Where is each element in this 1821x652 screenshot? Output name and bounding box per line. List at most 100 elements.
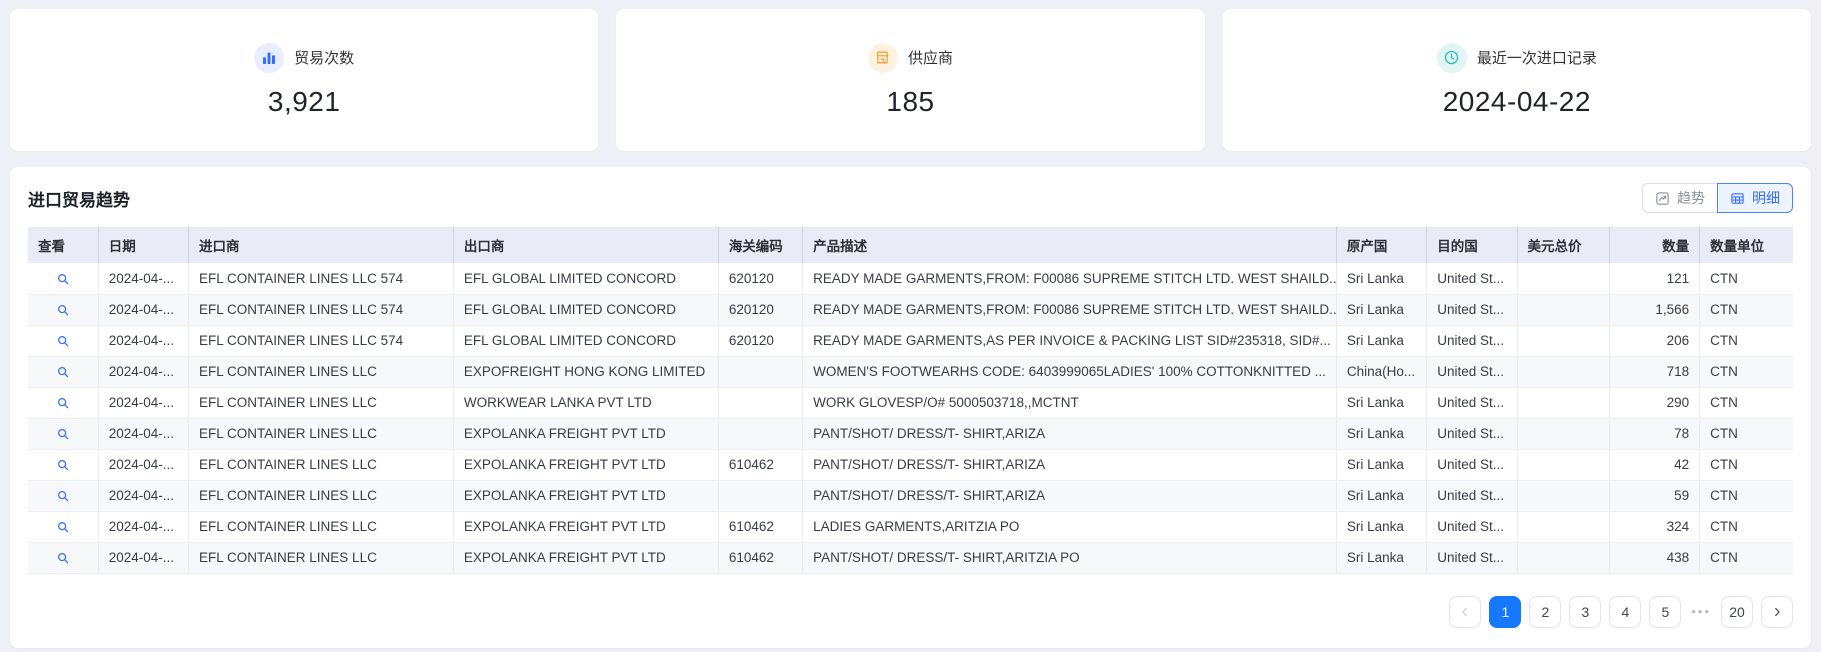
view-record-icon[interactable] — [56, 396, 70, 410]
cell-dest-country: United St... — [1426, 511, 1518, 543]
cell-usd-total — [1517, 325, 1610, 357]
cell-hs-code: 610462 — [718, 449, 804, 481]
stat-card-value: 2024-04-22 — [1442, 85, 1591, 117]
cell-hs-code: 620120 — [718, 325, 804, 357]
cell-unit: CTN — [1699, 418, 1793, 450]
page-button-5[interactable]: 5 — [1649, 595, 1682, 628]
trend-view-button[interactable]: 趋势 — [1642, 183, 1717, 213]
cell-usd-total — [1517, 542, 1610, 574]
stat-card-suppliers: 供应商 185 — [616, 9, 1205, 151]
cell-importer: EFL CONTAINER LINES LLC — [188, 418, 454, 450]
page-button-3[interactable]: 3 — [1569, 595, 1602, 628]
cell-quantity: 718 — [1609, 356, 1701, 388]
cell-usd-total — [1517, 387, 1610, 419]
prev-page-button[interactable] — [1449, 595, 1482, 628]
cell-unit: CTN — [1699, 263, 1793, 295]
cell-date: 2024-04-... — [98, 511, 190, 543]
col-header-exporter: 出口商 — [453, 227, 719, 263]
cell-importer: EFL CONTAINER LINES LLC — [188, 356, 454, 388]
cell-origin-country: Sri Lanka — [1336, 294, 1428, 326]
view-record-icon[interactable] — [56, 458, 70, 472]
cell-date: 2024-04-... — [98, 480, 190, 512]
col-header-origin-country: 原产国 — [1336, 227, 1428, 263]
col-header-importer: 进口商 — [188, 227, 454, 263]
table-row: 2024-04-... EFL CONTAINER LINES LLC WORKWE… — [28, 387, 1793, 419]
cell-description: READY MADE GARMENTS,FROM: F00086 SUPREME… — [802, 263, 1337, 295]
view-record-icon[interactable] — [56, 365, 70, 379]
cell-exporter: EFL GLOBAL LIMITED CONCORD — [453, 325, 719, 357]
cell-importer: EFL CONTAINER LINES LLC 574 — [188, 325, 454, 357]
detail-view-button[interactable]: 明细 — [1717, 183, 1793, 213]
view-cell — [28, 263, 99, 295]
cell-hs-code — [718, 387, 804, 419]
table-row: 2024-04-... EFL CONTAINER LINES LLC EXPOLA… — [28, 449, 1793, 481]
cell-dest-country: United St... — [1426, 480, 1518, 512]
cell-dest-country: United St... — [1426, 263, 1518, 295]
cell-usd-total — [1517, 449, 1610, 481]
table-row: 2024-04-... EFL CONTAINER LINES LLC 574 EF… — [28, 294, 1793, 326]
view-cell — [28, 356, 99, 388]
next-page-button[interactable] — [1761, 595, 1793, 628]
page-button-2[interactable]: 2 — [1529, 595, 1562, 628]
cell-description: WORK GLOVESP/O# 5000503718,,MCTNT — [802, 387, 1337, 419]
page-title: 进口贸易趋势 — [28, 190, 130, 210]
cell-hs-code — [718, 418, 804, 450]
view-record-icon[interactable] — [56, 551, 70, 565]
cell-origin-country: Sri Lanka — [1336, 542, 1428, 574]
view-record-icon[interactable] — [56, 489, 70, 503]
cell-dest-country: United St... — [1426, 542, 1518, 574]
cell-unit: CTN — [1699, 542, 1793, 574]
cell-description: PANT/SHOT/ DRESS/T- SHIRT,ARITZIA PO — [802, 542, 1337, 574]
col-header-hs-code: 海关编码 — [718, 227, 804, 263]
cell-origin-country: Sri Lanka — [1336, 325, 1428, 357]
view-record-icon[interactable] — [56, 427, 70, 441]
stat-cards: 贸易次数 3,921 供应商 185 最近一次进口记录 2024-04-22 — [0, 0, 1821, 151]
col-header-dest-country: 目的国 — [1426, 227, 1518, 263]
col-header-description: 产品描述 — [802, 227, 1337, 263]
col-header-view: 查看 — [28, 227, 99, 263]
cell-exporter: WORKWEAR LANKA PVT LTD — [453, 387, 719, 419]
cell-hs-code: 610462 — [718, 542, 804, 574]
cell-usd-total — [1517, 356, 1610, 388]
cell-importer: EFL CONTAINER LINES LLC — [188, 387, 454, 419]
stat-card-label: 贸易次数 — [294, 50, 355, 67]
view-cell — [28, 542, 99, 574]
page-button-4[interactable]: 4 — [1609, 595, 1642, 628]
table-row: 2024-04-... EFL CONTAINER LINES LLC EXPOLA… — [28, 542, 1793, 574]
chevron-right-icon — [1775, 607, 1780, 616]
cell-description: READY MADE GARMENTS,FROM: F00086 SUPREME… — [802, 294, 1337, 326]
stat-card-value: 3,921 — [267, 85, 341, 117]
cell-hs-code — [718, 480, 804, 512]
view-record-icon[interactable] — [56, 272, 70, 286]
col-header-date: 日期 — [98, 227, 190, 263]
view-record-icon[interactable] — [56, 520, 70, 534]
view-cell — [28, 449, 99, 481]
view-record-icon[interactable] — [56, 303, 70, 317]
cell-dest-country: United St... — [1426, 356, 1518, 388]
view-cell — [28, 387, 99, 419]
page-button-20[interactable]: 20 — [1721, 595, 1753, 628]
trend-chart-icon — [1655, 191, 1670, 206]
table-row: 2024-04-... EFL CONTAINER LINES LLC EXPOFR… — [28, 356, 1793, 388]
cell-hs-code — [718, 356, 804, 388]
cell-origin-country: Sri Lanka — [1336, 511, 1428, 543]
cell-date: 2024-04-... — [98, 294, 190, 326]
cell-unit: CTN — [1699, 449, 1793, 481]
cell-date: 2024-04-... — [98, 542, 190, 574]
cell-importer: EFL CONTAINER LINES LLC — [188, 449, 454, 481]
cell-exporter: EXPOLANKA FREIGHT PVT LTD — [453, 418, 719, 450]
view-cell — [28, 418, 99, 450]
cell-origin-country: Sri Lanka — [1336, 387, 1428, 419]
view-record-icon[interactable] — [56, 334, 70, 348]
cell-origin-country: China(Ho... — [1336, 356, 1428, 388]
store-icon — [867, 42, 898, 73]
cell-exporter: EXPOLANKA FREIGHT PVT LTD — [453, 480, 719, 512]
pagination-ellipsis[interactable]: ••• — [1689, 604, 1713, 619]
stat-card-label: 供应商 — [907, 50, 953, 67]
cell-description: PANT/SHOT/ DRESS/T- SHIRT,ARIZA — [802, 418, 1337, 450]
cell-exporter: EXPOLANKA FREIGHT PVT LTD — [453, 542, 719, 574]
cell-exporter: EXPOLANKA FREIGHT PVT LTD — [453, 449, 719, 481]
col-header-quantity: 数量 — [1609, 227, 1701, 263]
page-button-1[interactable]: 1 — [1489, 595, 1522, 628]
table-row: 2024-04-... EFL CONTAINER LINES LLC 574 EF… — [28, 263, 1793, 295]
